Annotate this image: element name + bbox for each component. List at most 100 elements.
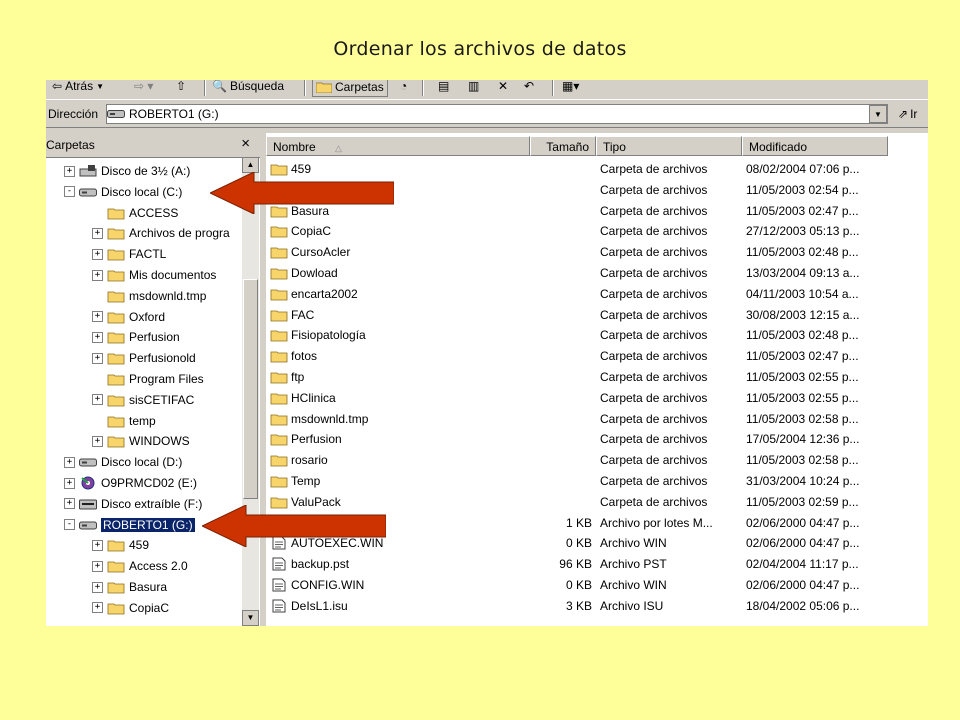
file-type: Carpeta de archivos: [600, 494, 708, 509]
expand-icon[interactable]: +: [64, 477, 75, 489]
forward-button[interactable]: ⇨ ▾: [134, 80, 153, 95]
file-name-cell[interactable]: CONFIG.WIN: [270, 575, 525, 595]
expand-icon[interactable]: +: [92, 311, 103, 323]
tree-item[interactable]: + Perfusionold: [92, 348, 196, 368]
tree-item[interactable]: msdownld.tmp: [92, 286, 206, 306]
folders-scrollbar[interactable]: ▲ ▼: [242, 157, 259, 626]
tree-item[interactable]: + Oxford: [92, 307, 165, 327]
tree-item[interactable]: + Disco de 3½ (A:): [64, 161, 190, 181]
tree-item[interactable]: + sisCETIFAC: [92, 390, 194, 410]
scroll-down-button[interactable]: ▼: [242, 610, 259, 626]
tree-item-label: ROBERTO1 (G:): [101, 517, 195, 532]
expand-icon[interactable]: +: [92, 394, 103, 406]
column-header-size[interactable]: Tamaño: [530, 136, 596, 156]
file-name-cell[interactable]: backup.pst: [270, 554, 525, 574]
copy-to-button[interactable]: ▥: [468, 80, 479, 95]
file-name-cell[interactable]: msdownld.tmp: [270, 409, 525, 429]
file-name-cell[interactable]: FAC: [270, 305, 525, 325]
address-input[interactable]: ROBERTO1 (G:) ▼: [106, 104, 888, 124]
file-name-cell[interactable]: encarta2002: [270, 284, 525, 304]
views-button[interactable]: ▦▾: [562, 80, 579, 95]
expand-icon[interactable]: +: [92, 248, 103, 260]
tree-item-label: WINDOWS: [129, 434, 190, 449]
tree-item[interactable]: - ROBERTO1 (G:): [64, 515, 195, 535]
tree-item[interactable]: ACCESS: [92, 203, 178, 223]
expand-icon[interactable]: +: [64, 498, 75, 510]
file-name: ftp: [291, 370, 305, 384]
expand-icon[interactable]: +: [92, 435, 103, 447]
file-name-cell[interactable]: rosario: [270, 450, 525, 470]
collapse-icon[interactable]: -: [64, 186, 75, 198]
delete-button[interactable]: ✕: [498, 80, 508, 95]
tree-item[interactable]: +459: [92, 535, 149, 555]
expand-icon[interactable]: +: [92, 269, 103, 281]
column-header-modified[interactable]: Modificado: [742, 136, 888, 156]
file-name: rosario: [291, 453, 328, 468]
tree-item[interactable]: + Archivos de progra: [92, 223, 230, 243]
toolbar-separator: [552, 80, 554, 96]
tree-item[interactable]: temp: [92, 411, 156, 431]
scroll-thumb[interactable]: [243, 279, 258, 499]
file-type: Carpeta de archivos: [600, 370, 708, 384]
file-name-cell[interactable]: CopiaC: [270, 221, 525, 241]
file-type: Archivo por lotes M...: [600, 515, 713, 530]
folders-button[interactable]: Carpetas: [312, 80, 388, 97]
collapse-icon[interactable]: -: [64, 519, 75, 531]
go-button[interactable]: ⇗ Ir: [898, 107, 917, 121]
expand-icon[interactable]: +: [92, 581, 103, 593]
expand-icon[interactable]: +: [64, 165, 75, 177]
tree-item-label: 459: [129, 538, 150, 553]
tree-item[interactable]: + Mis documentos: [92, 265, 216, 285]
tree-item[interactable]: + Basura: [92, 577, 167, 597]
file-name-cell[interactable]: Dowload: [270, 263, 525, 283]
tree-item[interactable]: - Disco local (C:): [64, 182, 182, 202]
expand-icon[interactable]: +: [92, 539, 103, 551]
move-to-button[interactable]: ▤: [438, 80, 449, 95]
folder-icon: [107, 312, 125, 323]
folders-pane-header: Carpetas ×: [46, 133, 260, 158]
tree-item[interactable]: + Disco local (D:): [64, 452, 182, 472]
tree-item[interactable]: + CopiaC: [92, 598, 169, 618]
undo-button[interactable]: ↶: [524, 80, 534, 95]
expand-icon[interactable]: +: [92, 331, 103, 343]
address-dropdown-button[interactable]: ▼: [869, 105, 887, 123]
search-button[interactable]: 🔍 Búsqueda: [212, 80, 284, 95]
file-type: Carpeta de archivos: [600, 328, 708, 343]
expand-icon[interactable]: +: [64, 456, 75, 468]
hard-drive-icon: [107, 110, 125, 118]
up-folder-button[interactable]: ⇧: [176, 80, 186, 95]
expand-icon[interactable]: +: [92, 227, 103, 239]
file-name-cell[interactable]: Fisiopatología: [270, 325, 525, 345]
scroll-up-button[interactable]: ▲: [242, 157, 259, 173]
close-icon[interactable]: ×: [241, 135, 250, 152]
tree-item[interactable]: + WINDOWS: [92, 431, 190, 451]
file-name-cell[interactable]: Perfusion: [270, 429, 525, 449]
file-size: [530, 159, 592, 179]
history-button[interactable]: ◔: [400, 80, 407, 95]
file-name-cell[interactable]: DeIsL1.isu: [270, 596, 525, 616]
file-name-cell[interactable]: HClinica: [270, 388, 525, 408]
file-name-cell[interactable]: CursoAcler: [270, 242, 525, 262]
file-name: encarta2002: [291, 286, 358, 301]
folder-icon: [107, 561, 125, 573]
file-modified: 11/05/2003 02:47 p...: [746, 203, 859, 218]
file-modified: 11/05/2003 02:48 p...: [746, 245, 859, 260]
file-name-cell[interactable]: ftp: [270, 367, 525, 387]
expand-icon[interactable]: +: [92, 352, 103, 364]
column-header-type[interactable]: Tipo: [596, 136, 742, 156]
file-name-cell[interactable]: fotos: [270, 346, 525, 366]
tree-item[interactable]: + Disco extraíble (F:): [64, 494, 202, 514]
file-modified: 04/11/2003 10:54 a...: [746, 286, 859, 301]
file-name-cell[interactable]: Temp: [270, 471, 525, 491]
back-button[interactable]: ⇦ Atrás ▼: [52, 80, 104, 95]
tree-item[interactable]: + FACTL: [92, 244, 166, 264]
tree-item[interactable]: + O9PRMCD02 (E:): [64, 473, 197, 493]
file-name: CONFIG.WIN: [291, 578, 365, 592]
column-header-name[interactable]: Nombre △: [266, 136, 530, 156]
tree-item[interactable]: Program Files: [92, 369, 204, 389]
expand-icon[interactable]: +: [92, 560, 103, 572]
folder-icon: [107, 540, 125, 552]
tree-item[interactable]: + Access 2.0: [92, 556, 188, 576]
tree-item[interactable]: + Perfusion: [92, 327, 180, 347]
expand-icon[interactable]: +: [92, 602, 103, 614]
